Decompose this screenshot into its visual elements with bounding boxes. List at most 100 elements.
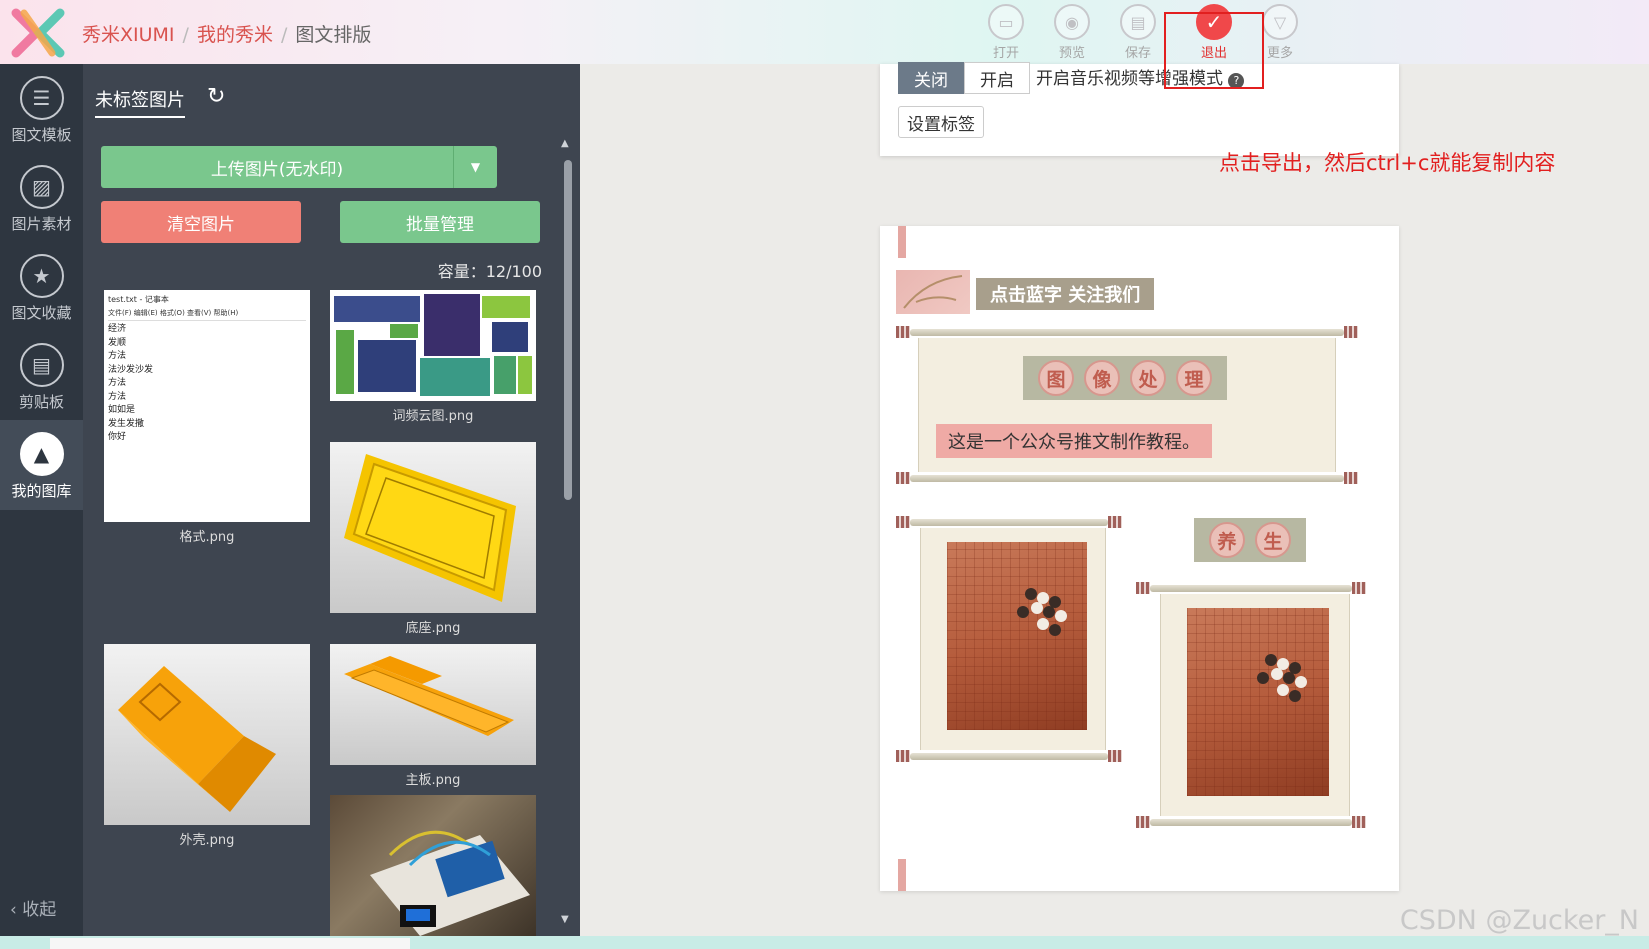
clear-images-button[interactable]: 清空图片 <box>101 201 301 243</box>
nav-item-image-assets[interactable]: ▨ 图片素材 <box>0 153 83 243</box>
image-caption: 格式.png <box>179 530 235 545</box>
base-model-image <box>330 442 536 613</box>
xiumi-logo[interactable] <box>10 7 66 59</box>
clipboard-icon: ▤ <box>19 343 64 387</box>
article-preview: 点击蓝字 关注我们 图 像 处 理 这是一个公众号推文制作教程。 养 生 <box>880 226 1399 891</box>
mainboard-model-image <box>330 644 536 765</box>
open-label: 打开 <box>992 46 1019 61</box>
save-icon: ▤ <box>1120 4 1156 40</box>
annotation-text: 点击导出，然后ctrl+c就能复制内容 <box>1219 151 1556 175</box>
nav-item-label: 我的图库 <box>11 482 72 500</box>
mode-off-button[interactable]: 关闭 <box>898 62 964 94</box>
scroll-rod-top <box>896 326 1358 338</box>
image-thumb[interactable]: 外壳.png <box>104 644 310 848</box>
breadcrumb-separator: / <box>280 24 288 46</box>
image-library-panel: 未标签图片 ↻ 上传图片(无水印) ▼ 清空图片 批量管理 容量：12/100 … <box>83 64 580 936</box>
image-thumb[interactable]: test.txt - 记事本 文件(F) 编辑(E) 格式(O) 查看(V) 帮… <box>104 290 310 545</box>
notepad-line: 发生发撒 <box>108 418 145 429</box>
save-button[interactable]: ▤ 保存 <box>1110 4 1166 61</box>
nav-item-label: 图片素材 <box>11 215 72 233</box>
breadcrumb-separator: / <box>182 24 189 46</box>
image-caption: 词频云图.png <box>392 409 474 424</box>
list-icon: ☰ <box>19 76 64 120</box>
breadcrumb: 秀米XIUMI / 我的秀米 / 图文排版 <box>82 20 371 47</box>
notepad-line: 方法 <box>108 391 127 402</box>
set-tag-button[interactable]: 设置标签 <box>898 106 984 138</box>
scroll-up-arrow[interactable]: ▲ <box>561 138 569 149</box>
notepad-line: 方法 <box>108 351 127 361</box>
breadcrumb-my-xiumi[interactable]: 我的秀米 <box>197 24 273 46</box>
chevron-left-icon: ‹ <box>10 900 23 920</box>
image-thumb[interactable]: 词频云图.png <box>330 290 536 424</box>
collapse-label: 收起 <box>22 900 57 920</box>
collapse-button[interactable]: ‹ 收起 <box>10 895 56 920</box>
nav-item-label: 图文收藏 <box>11 304 72 322</box>
watermark: CSDN @Zucker_N <box>1399 905 1639 936</box>
notepad-menu: 文件(F) 编辑(E) 格式(O) 查看(V) 帮助(H) <box>108 307 306 321</box>
refresh-icon[interactable]: ↻ <box>207 84 225 109</box>
save-label: 保存 <box>1124 46 1151 61</box>
chevron-down-icon: ▽ <box>1262 4 1298 40</box>
exit-highlight-box <box>1164 12 1264 89</box>
follow-text: 点击蓝字 关注我们 <box>976 278 1155 310</box>
preview-icon: ◉ <box>1054 4 1090 40</box>
panel-scrollbar[interactable] <box>564 160 572 500</box>
notepad-line: 经济 <box>108 324 127 334</box>
go-board-photo[interactable] <box>947 542 1087 730</box>
caret-down-icon[interactable]: ▼ <box>453 146 497 188</box>
title-char: 图 <box>1038 360 1074 396</box>
preview-label: 预览 <box>1058 46 1085 61</box>
word-cloud-image <box>330 290 536 401</box>
intro-text[interactable]: 这是一个公众号推文制作教程。 <box>936 424 1212 458</box>
capacity-text: 容量：12/100 <box>437 262 542 281</box>
left-nav: ☰ 图文模板 ▨ 图片素材 ★ 图文收藏 ▤ 剪贴板 ▲ 我的图库 ‹ 收起 <box>0 64 83 936</box>
scroll-rod-bottom <box>1136 816 1366 828</box>
scroll-rod-bottom <box>896 750 1122 762</box>
title-char: 处 <box>1130 360 1166 396</box>
subtitle-beads: 养 生 <box>1194 518 1306 562</box>
scroll-paper <box>920 528 1106 750</box>
leaf-decoration <box>896 270 970 314</box>
nav-item-label: 图文模板 <box>11 126 72 144</box>
go-board-photo[interactable] <box>1187 608 1329 796</box>
image-thumb[interactable]: 主板.png <box>330 644 536 788</box>
upload-label: 上传图片(无水印) <box>210 159 344 180</box>
upload-image-button[interactable]: 上传图片(无水印) ▼ <box>101 146 497 188</box>
image-caption: 主板.png <box>405 773 461 788</box>
nav-item-templates[interactable]: ☰ 图文模板 <box>0 64 83 154</box>
breadcrumb-current: 图文排版 <box>295 24 372 46</box>
follow-banner[interactable]: 点击蓝字 关注我们 <box>896 270 1170 314</box>
editor-settings-card: 关闭 开启 开启音乐视频等增强模式 ? 设置标签 <box>880 62 1399 156</box>
subtitle-char: 生 <box>1255 522 1291 558</box>
nav-item-my-gallery[interactable]: ▲ 我的图库 <box>0 420 83 510</box>
pink-bar-top <box>898 226 906 258</box>
breadboard-photo <box>330 795 536 936</box>
notepad-line: 如如是 <box>108 405 136 415</box>
nav-item-label: 剪贴板 <box>18 393 64 411</box>
scroll-down-arrow[interactable]: ▼ <box>561 914 569 925</box>
open-button[interactable]: ▭ 打开 <box>978 4 1034 61</box>
image-icon: ▨ <box>19 165 64 209</box>
breadcrumb-home[interactable]: 秀米XIUMI <box>82 24 175 46</box>
title-char: 像 <box>1084 360 1120 396</box>
bottom-bar <box>0 936 1649 949</box>
tab-untagged-images[interactable]: 未标签图片 <box>95 86 185 118</box>
notepad-title: test.txt - 记事本 <box>108 295 169 304</box>
star-list-icon: ★ <box>19 254 64 298</box>
top-header: 秀米XIUMI / 我的秀米 / 图文排版 ▭ 打开 ◉ 预览 ▤ 保存 ✓ 退出 ▽ … <box>0 0 1649 64</box>
shell-model-image <box>104 644 310 825</box>
title-char: 理 <box>1176 360 1212 396</box>
preview-button[interactable]: ◉ 预览 <box>1044 4 1100 61</box>
mode-on-button[interactable]: 开启 <box>964 62 1030 94</box>
nav-item-favorites[interactable]: ★ 图文收藏 <box>0 242 83 332</box>
folder-icon: ▭ <box>988 4 1024 40</box>
batch-manage-button[interactable]: 批量管理 <box>340 201 540 243</box>
notepad-line: 发顺 <box>108 337 127 348</box>
scroll-rod-top <box>896 516 1122 528</box>
image-thumb[interactable]: 底座.png <box>330 442 536 636</box>
notepad-screenshot: test.txt - 记事本 文件(F) 编辑(E) 格式(O) 查看(V) 帮… <box>104 290 310 522</box>
image-caption: 外壳.png <box>179 833 235 848</box>
notepad-line: 方法 <box>108 378 127 388</box>
image-thumb[interactable] <box>330 795 536 936</box>
nav-item-clipboard[interactable]: ▤ 剪贴板 <box>0 331 83 421</box>
